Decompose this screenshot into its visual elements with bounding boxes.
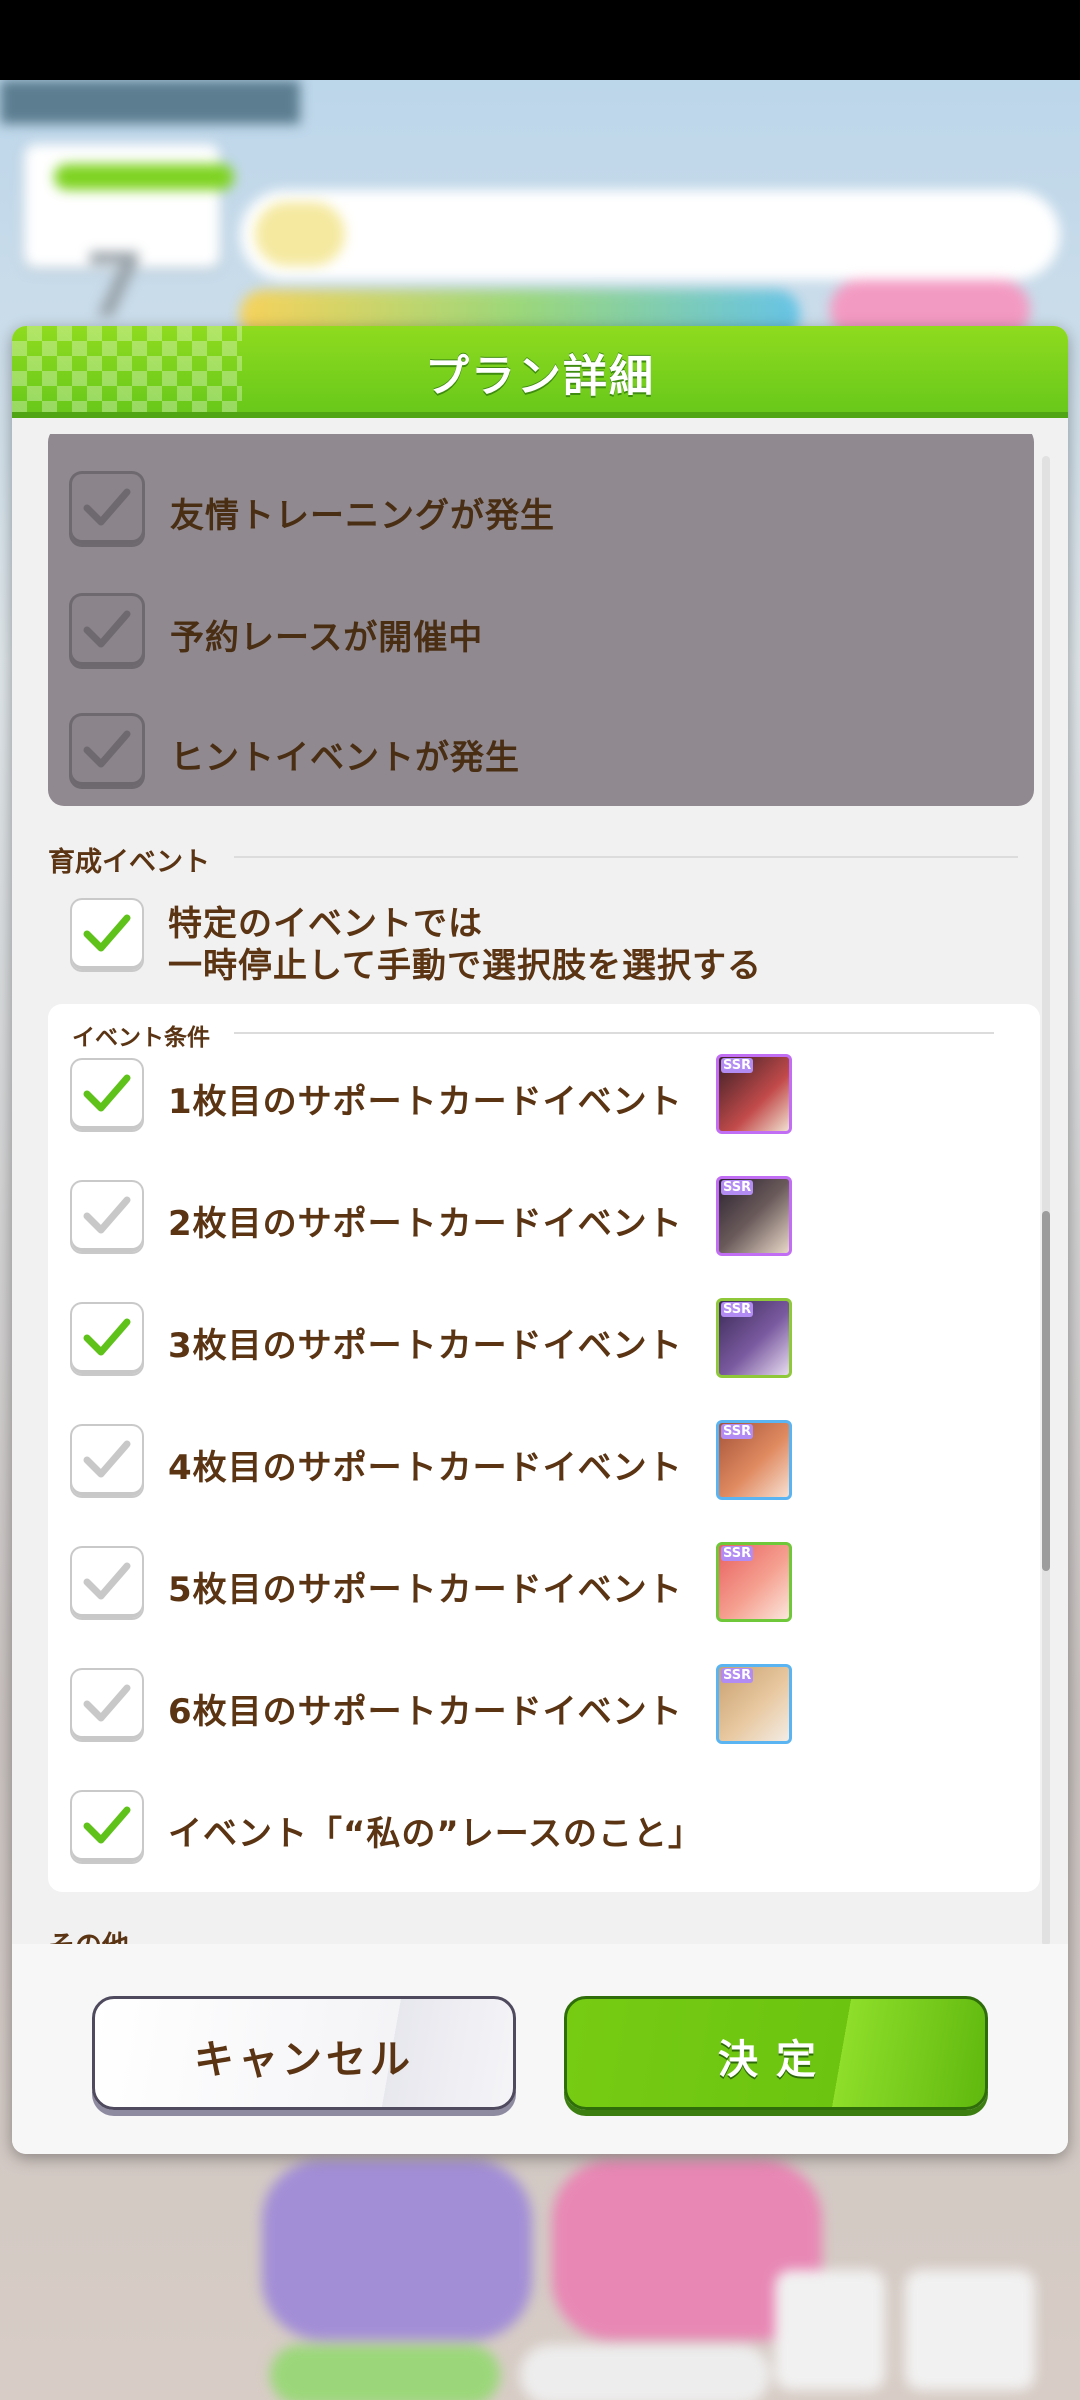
support-card-thumbnail: SSR — [716, 1542, 792, 1622]
check-icon — [83, 914, 131, 952]
pause-option-line2: 一時停止して手動で選択肢を選択する — [168, 946, 762, 986]
ssr-badge: SSR — [721, 1302, 754, 1317]
bg-training-button — [262, 2160, 532, 2340]
bg-log-icon — [775, 2270, 885, 2390]
checkbox[interactable] — [72, 1548, 142, 1618]
event-label: 6枚目のサポートカードイベント — [168, 1692, 683, 1732]
check-icon — [83, 1684, 131, 1722]
section-title-training-event: 育成イベント — [48, 847, 210, 878]
confirm-button-label: 決定 — [718, 2037, 834, 2083]
dialog-title: プラン詳細 — [425, 351, 655, 402]
cancel-button-label: キャンセル — [194, 2037, 414, 2083]
bg-header-bar — [0, 80, 300, 124]
ssr-badge: SSR — [721, 1424, 754, 1439]
checkbox[interactable] — [72, 1426, 142, 1496]
check-icon — [83, 488, 131, 526]
event-label: イベント「“私の”レースのこと」 — [168, 1814, 703, 1854]
event-row-2[interactable]: 2枚目のサポートカードイベント SSR — [12, 1176, 992, 1272]
cancel-button[interactable]: キャンセル — [92, 1996, 516, 2110]
dialog-header: プラン詳細 — [12, 326, 1068, 418]
event-row-3[interactable]: 3枚目のサポートカードイベント SSR — [12, 1298, 992, 1394]
condition-label: 友情トレーニングが発生 — [170, 496, 555, 536]
bg-goal-panel — [240, 190, 1060, 280]
ssr-badge: SSR — [721, 1058, 754, 1073]
event-label: 4枚目のサポートカードイベント — [168, 1448, 683, 1488]
training-condition-row[interactable]: 予約レースが開催中 — [12, 586, 992, 676]
support-card-thumbnail: SSR — [716, 1420, 792, 1500]
ssr-badge: SSR — [721, 1546, 754, 1561]
bg-menu-icon — [905, 2270, 1035, 2390]
support-card-thumbnail: SSR — [716, 1298, 792, 1378]
event-row-7[interactable]: イベント「“私の”レースのこと」 — [12, 1792, 992, 1882]
checkbox[interactable] — [72, 1792, 142, 1862]
ssr-badge: SSR — [721, 1180, 754, 1195]
check-icon — [83, 1318, 131, 1356]
check-icon — [83, 1806, 131, 1844]
scrollbar-thumb[interactable] — [1042, 1211, 1050, 1571]
plan-detail-dialog: プラン詳細 友情トレーニングが発生 予約レースが開催中 ヒントイベントが発生 育… — [12, 326, 1068, 2154]
scrollbar-track[interactable] — [1042, 456, 1050, 1946]
checkbox[interactable] — [72, 1060, 142, 1130]
checkbox[interactable] — [72, 474, 142, 544]
check-icon — [83, 1440, 131, 1478]
event-row-1[interactable]: 1枚目のサポートカードイベント SSR — [12, 1054, 992, 1150]
event-label: 1枚目のサポートカードイベント — [168, 1082, 683, 1122]
event-row-5[interactable]: 5枚目のサポートカードイベント SSR — [12, 1542, 992, 1638]
event-row-4[interactable]: 4枚目のサポートカードイベント SSR — [12, 1420, 992, 1516]
checkbox[interactable] — [72, 596, 142, 666]
pause-option-row[interactable]: 特定のイベントでは 一時停止して手動で選択肢を選択する — [12, 896, 992, 986]
condition-label: ヒントイベントが発生 — [170, 738, 520, 778]
checkbox[interactable] — [72, 716, 142, 786]
checkbox[interactable] — [72, 1182, 142, 1252]
divider — [234, 1032, 994, 1034]
section-title-event-conditions: イベント条件 — [72, 1025, 210, 1051]
event-label: 2枚目のサポートカードイベント — [168, 1204, 683, 1244]
checkbox[interactable] — [72, 1304, 142, 1374]
divider — [234, 856, 1018, 858]
event-label: 3枚目のサポートカードイベント — [168, 1326, 683, 1366]
training-condition-row[interactable]: 友情トレーニングが発生 — [12, 464, 992, 554]
event-label: 5枚目のサポートカードイベント — [168, 1570, 683, 1610]
support-card-thumbnail: SSR — [716, 1176, 792, 1256]
confirm-button[interactable]: 決定 — [564, 1996, 988, 2110]
checkbox[interactable] — [72, 1670, 142, 1740]
status-bar — [0, 0, 1080, 80]
training-condition-row[interactable]: ヒントイベントが発生 — [12, 708, 992, 798]
section-title-other: その他 — [48, 1924, 129, 1944]
dialog-scroll-area[interactable]: 友情トレーニングが発生 予約レースが開催中 ヒントイベントが発生 育成イベント … — [12, 434, 1068, 1944]
event-row-6[interactable]: 6枚目のサポートカードイベント SSR — [12, 1664, 992, 1760]
bg-skip-button — [270, 2345, 500, 2400]
condition-label: 予約レースが開催中 — [170, 618, 484, 658]
check-icon — [83, 1562, 131, 1600]
bg-turn-box: 7 — [24, 144, 234, 337]
support-card-thumbnail: SSR — [716, 1054, 792, 1134]
checkbox[interactable] — [72, 900, 142, 970]
check-icon — [83, 610, 131, 648]
check-icon — [83, 730, 131, 768]
check-icon — [83, 1074, 131, 1112]
ssr-badge: SSR — [721, 1668, 754, 1683]
check-icon — [83, 1196, 131, 1234]
support-card-thumbnail: SSR — [716, 1664, 792, 1744]
